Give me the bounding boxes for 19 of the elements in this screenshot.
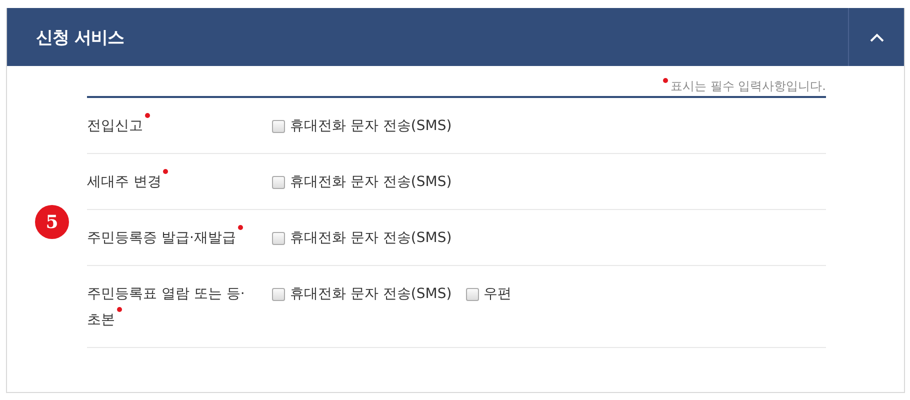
required-dot-icon: [662, 78, 668, 83]
row-label: 세대주 변경: [87, 174, 162, 190]
checkbox[interactable]: [272, 176, 285, 188]
required-note: 표시는 필수 입력사항입니다.: [670, 78, 826, 95]
checkbox-option[interactable]: 휴대전화 문자 전송(SMS): [272, 229, 452, 247]
checkbox-option[interactable]: 휴대전화 문자 전송(SMS): [272, 285, 452, 303]
checkbox[interactable]: [272, 120, 285, 132]
checkbox[interactable]: [466, 288, 479, 300]
row-label: 주민등록증 발급·재발급: [87, 230, 236, 246]
checkbox-option[interactable]: 휴대전화 문자 전송(SMS): [272, 173, 452, 191]
panel-title: 신청 서비스: [36, 26, 125, 48]
checkbox-option[interactable]: 휴대전화 문자 전송(SMS): [272, 117, 452, 135]
checkbox[interactable]: [272, 288, 285, 300]
checkbox[interactable]: [272, 232, 285, 244]
checkbox-option[interactable]: 우편: [466, 285, 512, 303]
row-label: 주민등록표 열람 또는 등·초본: [87, 286, 245, 328]
row-label: 전입신고: [87, 118, 143, 134]
step-badge: 5: [35, 205, 69, 239]
chevron-icon: [870, 32, 884, 42]
